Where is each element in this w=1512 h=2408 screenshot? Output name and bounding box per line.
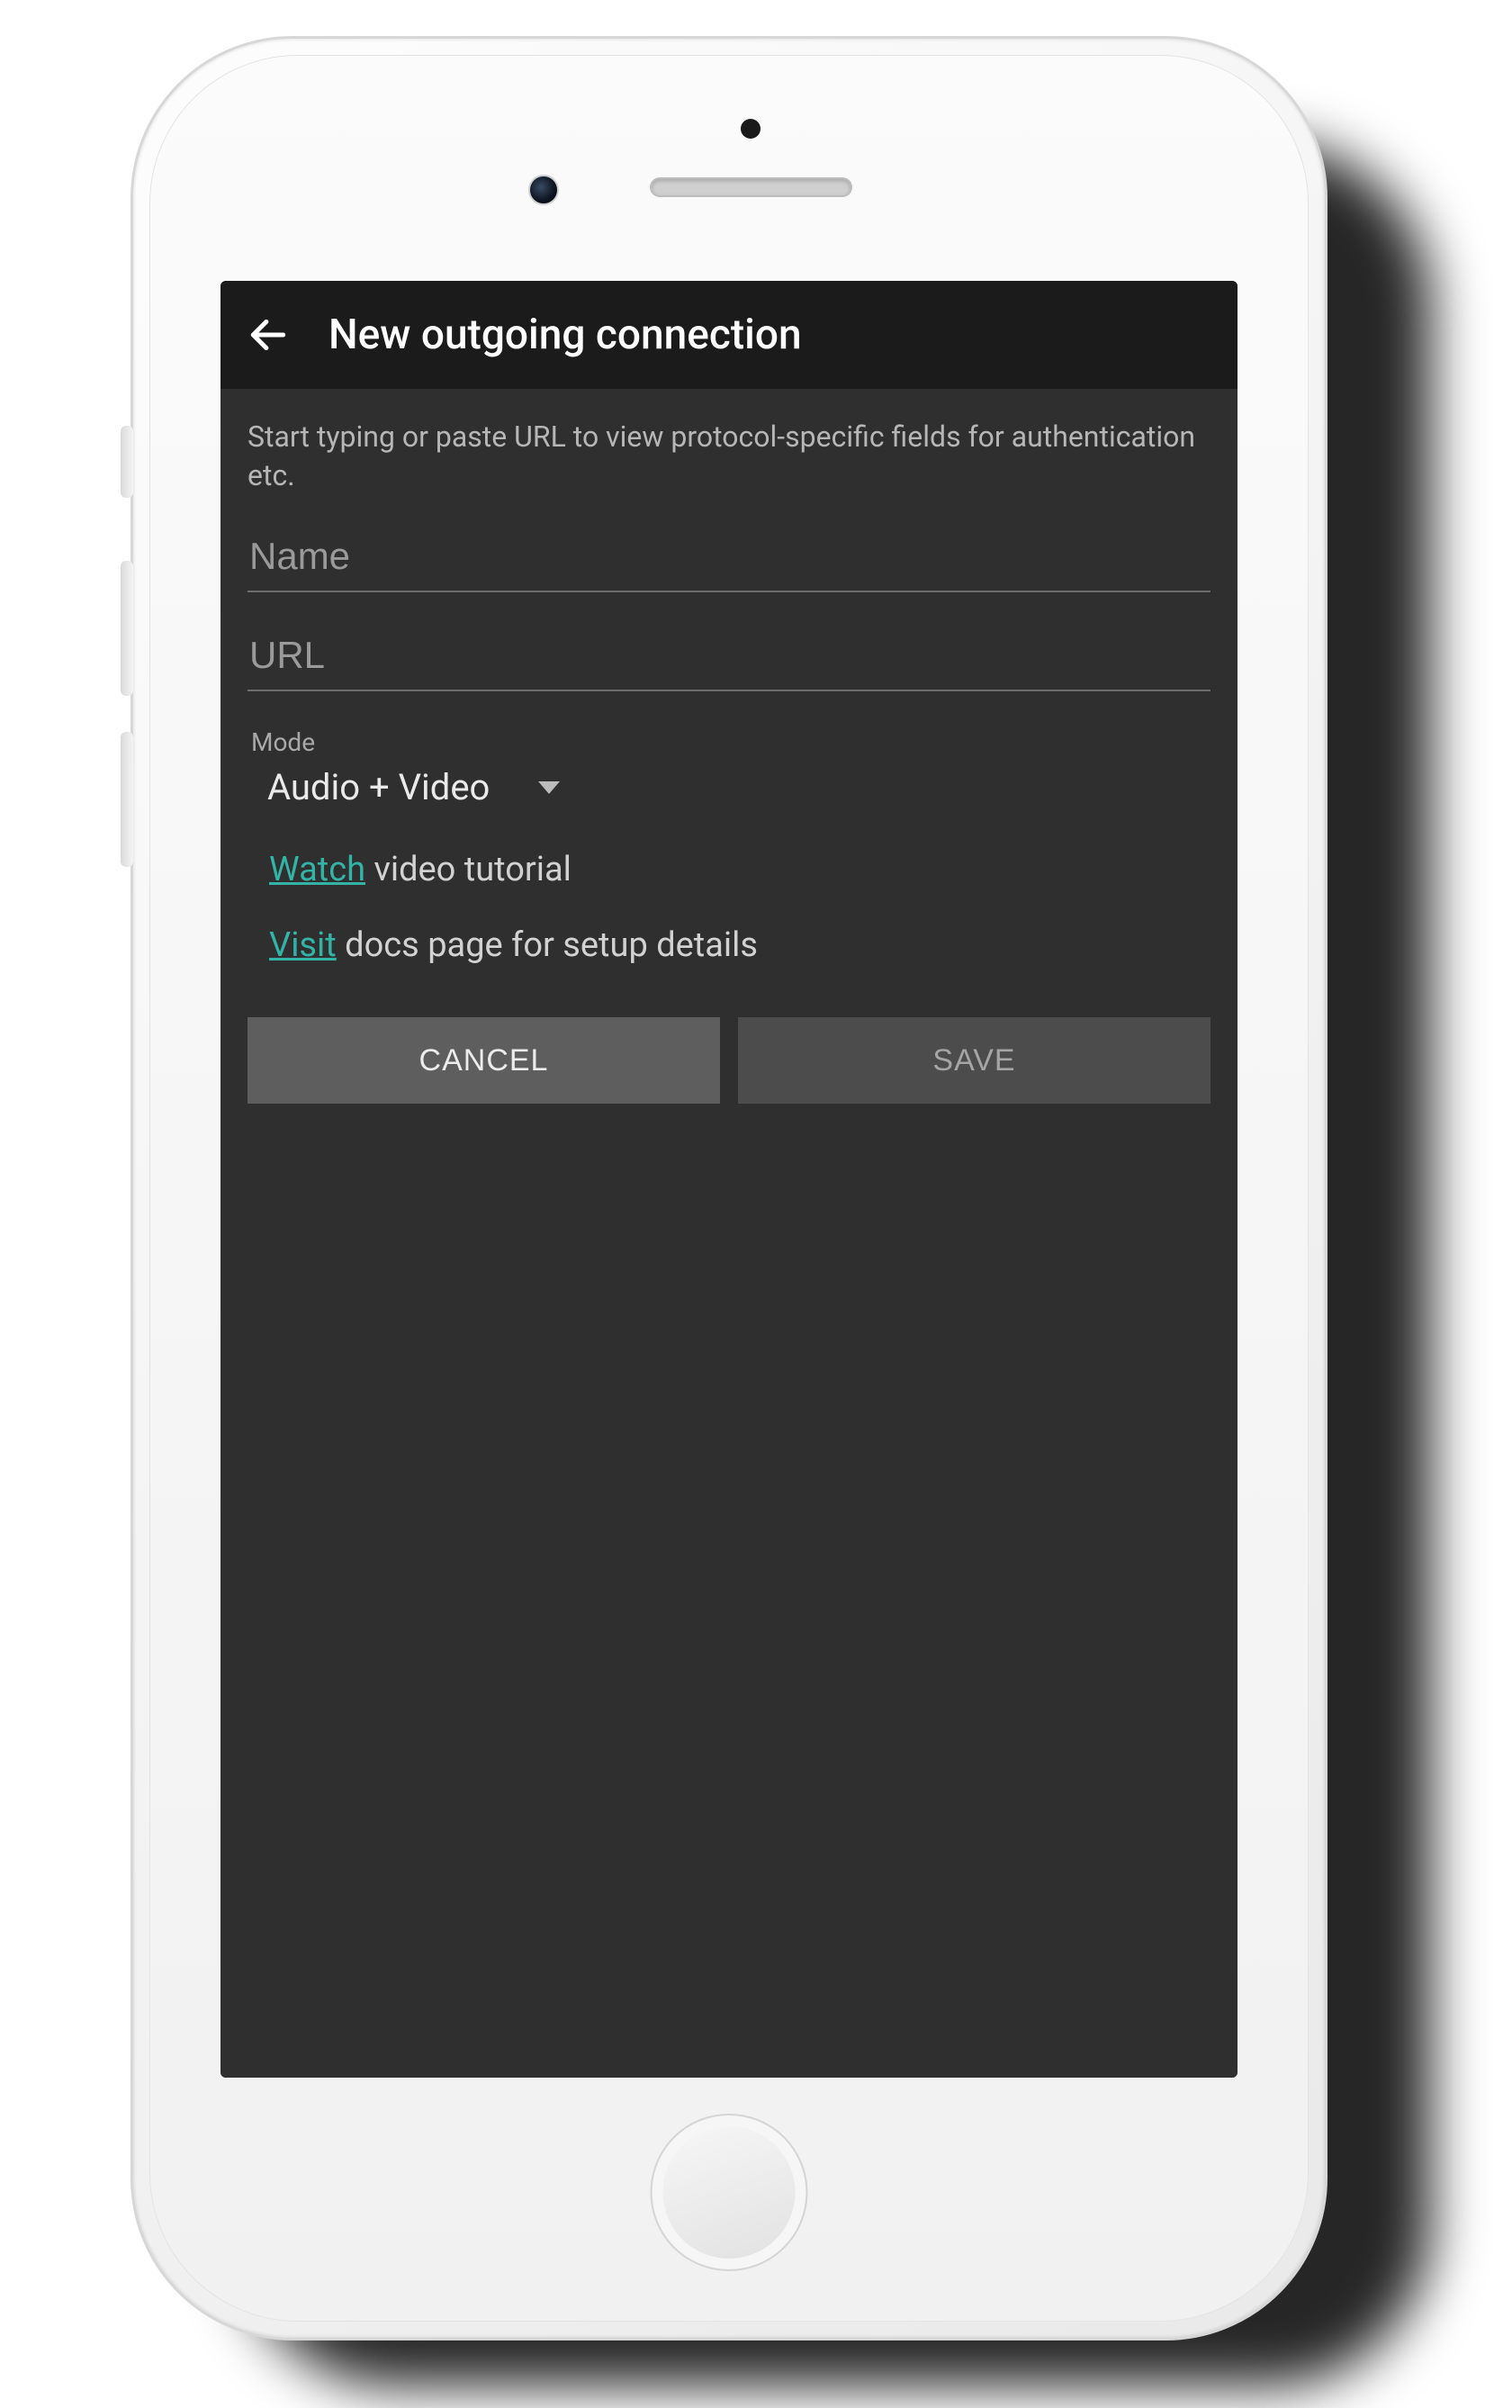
mode-field: Mode Audio + Video bbox=[248, 727, 1210, 814]
visit-link[interactable]: Visit bbox=[269, 925, 337, 965]
cancel-button[interactable]: CANCEL bbox=[248, 1017, 720, 1104]
mute-switch bbox=[121, 426, 133, 498]
phone-inner-bezel: New outgoing connection Start typing or … bbox=[149, 55, 1309, 2322]
earpiece-speaker bbox=[650, 177, 852, 197]
app-bar: New outgoing connection bbox=[220, 281, 1238, 389]
back-arrow-icon[interactable] bbox=[246, 312, 291, 357]
visit-docs-row: Visit docs page for setup details bbox=[269, 925, 1210, 965]
name-field-wrapper bbox=[248, 526, 1210, 592]
chevron-down-icon bbox=[538, 781, 560, 794]
mode-label: Mode bbox=[251, 727, 1210, 757]
save-button[interactable]: SAVE bbox=[738, 1017, 1210, 1104]
front-camera bbox=[528, 175, 559, 205]
visit-rest-text: docs page for setup details bbox=[337, 925, 758, 965]
volume-down-button bbox=[121, 732, 133, 867]
mode-dropdown[interactable]: Audio + Video bbox=[248, 762, 1210, 814]
proximity-sensor bbox=[741, 119, 760, 139]
watch-rest-text: video tutorial bbox=[365, 850, 572, 889]
hint-text: Start typing or paste URL to view protoc… bbox=[248, 418, 1210, 495]
button-row: CANCEL SAVE bbox=[248, 1017, 1210, 1104]
url-field-wrapper bbox=[248, 625, 1210, 691]
watch-tutorial-row: Watch video tutorial bbox=[269, 850, 1210, 889]
watch-link[interactable]: Watch bbox=[269, 850, 365, 889]
url-input[interactable] bbox=[248, 625, 1210, 691]
page-title: New outgoing connection bbox=[328, 311, 802, 359]
screen: New outgoing connection Start typing or … bbox=[220, 281, 1238, 2078]
home-button[interactable] bbox=[651, 2114, 808, 2271]
mode-selected-value: Audio + Video bbox=[267, 766, 490, 808]
content-area: Start typing or paste URL to view protoc… bbox=[220, 389, 1238, 2078]
name-input[interactable] bbox=[248, 526, 1210, 592]
volume-up-button bbox=[121, 561, 133, 696]
phone-frame: New outgoing connection Start typing or … bbox=[130, 36, 1328, 2340]
